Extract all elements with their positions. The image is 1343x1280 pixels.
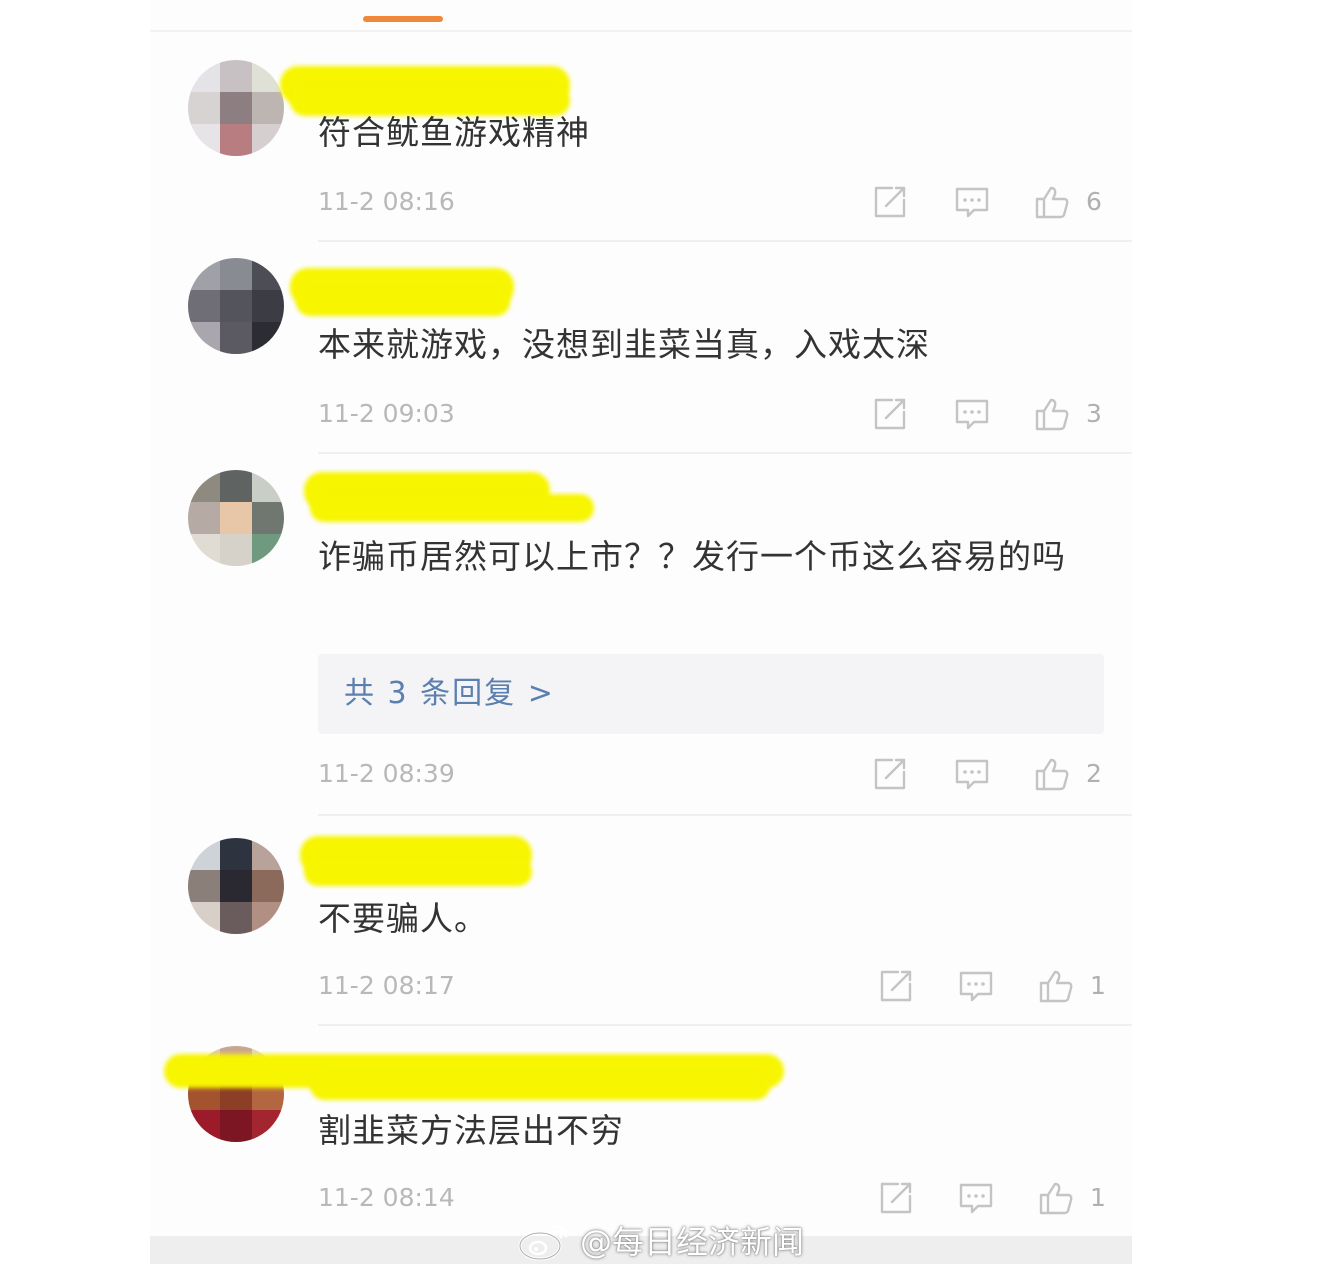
- avatar-pixel: [188, 124, 220, 156]
- share-icon[interactable]: [872, 396, 908, 432]
- comment-item: 符合鱿鱼游戏精神 11-2 08:16 6: [150, 56, 1132, 246]
- thumbs-up-icon[interactable]: [1034, 756, 1070, 792]
- avatar-pixel: [188, 258, 220, 290]
- avatar-pixel: [188, 870, 220, 902]
- comment-text: 本来就游戏，没想到韭菜当真，入戏太深: [318, 325, 930, 364]
- avatar-pixel: [252, 838, 284, 870]
- comment-time: 11-2 08:16: [318, 187, 455, 216]
- avatar-pixel: [188, 92, 220, 124]
- comment-icon[interactable]: [954, 396, 990, 432]
- comment-icon[interactable]: [954, 756, 990, 792]
- avatar-pixel: [252, 502, 284, 534]
- watermark-text: @每日经济新闻: [580, 1223, 805, 1261]
- avatar-pixel: [252, 290, 284, 322]
- header-divider: [150, 30, 1132, 32]
- avatar-pixel: [220, 838, 252, 870]
- share-icon[interactable]: [878, 1180, 914, 1216]
- avatar-pixel: [252, 870, 284, 902]
- avatar-pixel: [220, 290, 252, 322]
- avatar-pixel: [252, 1110, 284, 1142]
- avatar[interactable]: [188, 60, 284, 156]
- avatar-pixel: [220, 902, 252, 934]
- comment-text: 符合鱿鱼游戏精神: [318, 113, 590, 152]
- comment-divider: [318, 452, 1132, 454]
- username-redaction: [310, 494, 594, 522]
- avatar-pixel: [220, 870, 252, 902]
- comment-meta: 11-2 08:16 6: [318, 182, 1104, 222]
- comment-icon[interactable]: [958, 1180, 994, 1216]
- comment-item: 本来就游戏，没想到韭菜当真，入戏太深 11-2 09:03 3: [150, 254, 1132, 454]
- avatar[interactable]: [188, 258, 284, 354]
- comment-icon[interactable]: [958, 968, 994, 1004]
- username-redaction: [310, 1072, 770, 1100]
- avatar-pixel: [188, 838, 220, 870]
- like-count: 1: [1090, 971, 1106, 1000]
- avatar-pixel: [220, 470, 252, 502]
- comment-icon[interactable]: [954, 184, 990, 220]
- comment-text: 诈骗币居然可以上市？？发行一个币这么容易的吗: [318, 537, 1066, 576]
- thumbs-up-icon[interactable]: [1038, 968, 1074, 1004]
- avatar-pixel: [252, 470, 284, 502]
- comment-time: 11-2 08:17: [318, 971, 455, 1000]
- comment-item: 不要骗人。 11-2 08:17 1: [150, 830, 1132, 1030]
- replies-link[interactable]: 共 3 条回复 >: [318, 654, 1104, 734]
- comment-divider: [318, 240, 1132, 242]
- avatar-pixel: [220, 124, 252, 156]
- avatar-pixel: [252, 902, 284, 934]
- thumbs-up-icon[interactable]: [1034, 184, 1070, 220]
- comment-text: 不要骗人。: [318, 899, 488, 938]
- comment-text: 割韭菜方法层出不穷: [318, 1111, 624, 1150]
- thumbs-up-icon[interactable]: [1034, 396, 1070, 432]
- comment-meta: 11-2 09:03 3: [318, 394, 1104, 434]
- avatar-pixel: [220, 1110, 252, 1142]
- comment-time: 11-2 09:03: [318, 399, 455, 428]
- comment-divider: [318, 814, 1132, 816]
- weibo-logo-icon: [518, 1224, 568, 1261]
- watermark: @每日经济新闻: [516, 1214, 804, 1266]
- comment-item: 割韭菜方法层出不穷 11-2 08:14 1: [150, 1040, 1132, 1236]
- comment-divider: [318, 1024, 1132, 1026]
- comment-meta: 11-2 08:17 1: [318, 966, 1106, 1006]
- avatar-pixel: [220, 534, 252, 566]
- like-count: 6: [1086, 187, 1102, 216]
- like-count: 2: [1086, 759, 1102, 788]
- comment-time: 11-2 08:39: [318, 759, 455, 788]
- avatar-pixel: [252, 534, 284, 566]
- avatar-pixel: [252, 92, 284, 124]
- username-redaction: [296, 288, 510, 316]
- active-tab-indicator: [363, 16, 443, 22]
- replies-label[interactable]: 共 3 条回复 >: [344, 672, 555, 716]
- avatar-pixel: [220, 322, 252, 354]
- like-count: 3: [1086, 399, 1102, 428]
- share-icon[interactable]: [872, 184, 908, 220]
- share-icon[interactable]: [872, 756, 908, 792]
- avatar-pixel: [188, 470, 220, 502]
- comment-meta: 11-2 08:39 2: [318, 754, 1104, 794]
- comment-item: 诈骗币居然可以上市？？发行一个币这么容易的吗 共 3 条回复 > 11-2 08…: [150, 466, 1132, 820]
- avatar-pixel: [188, 1110, 220, 1142]
- avatar-pixel: [252, 124, 284, 156]
- avatar-pixel: [220, 502, 252, 534]
- avatar-pixel: [188, 902, 220, 934]
- avatar-pixel: [220, 60, 252, 92]
- avatar-pixel: [188, 534, 220, 566]
- avatar-pixel: [188, 322, 220, 354]
- avatar-pixel: [220, 258, 252, 290]
- avatar-pixel: [188, 502, 220, 534]
- share-icon[interactable]: [878, 968, 914, 1004]
- avatar-pixel: [188, 290, 220, 322]
- avatar-pixel: [220, 92, 252, 124]
- username-redaction: [304, 858, 532, 886]
- comment-meta: 11-2 08:14 1: [318, 1178, 1106, 1218]
- avatar[interactable]: [188, 838, 284, 934]
- avatar-pixel: [188, 60, 220, 92]
- avatar[interactable]: [188, 470, 284, 566]
- comment-time: 11-2 08:14: [318, 1183, 455, 1212]
- like-count: 1: [1090, 1183, 1106, 1212]
- avatar-pixel: [252, 258, 284, 290]
- thumbs-up-icon[interactable]: [1038, 1180, 1074, 1216]
- avatar-pixel: [252, 322, 284, 354]
